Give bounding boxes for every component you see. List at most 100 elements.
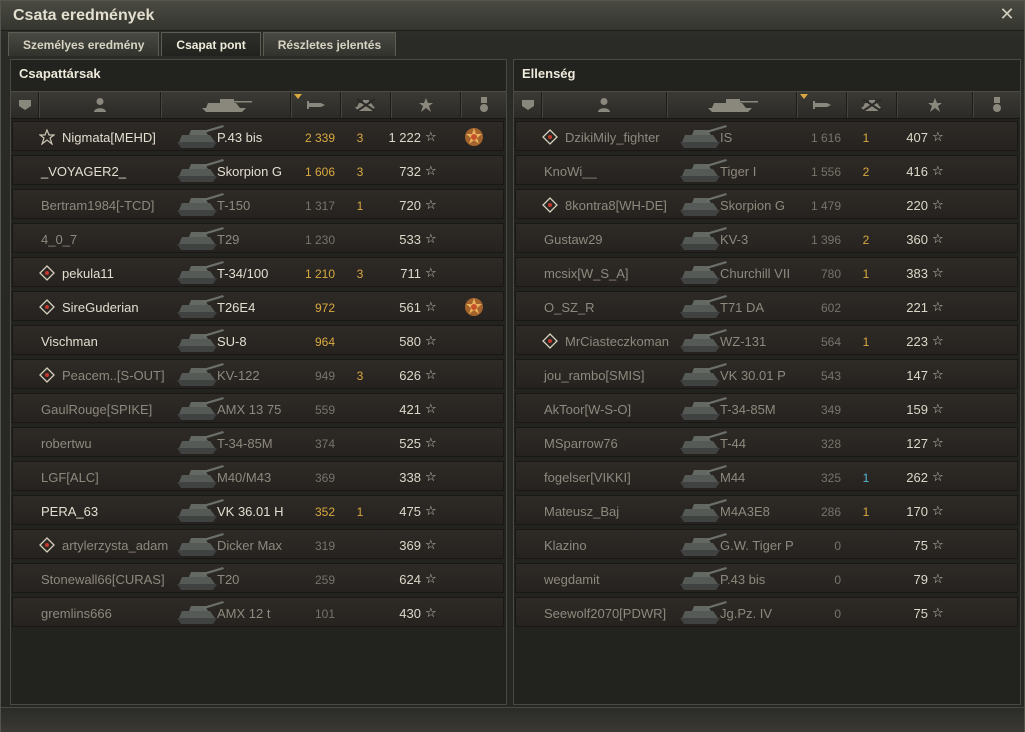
tank-name: T-34/100 <box>217 266 269 281</box>
diamond-rank-icon <box>39 265 55 281</box>
star-icon: ☆ <box>932 231 944 246</box>
tank-icon <box>201 99 252 112</box>
player-name: Nigmata[MEHD] <box>62 130 156 145</box>
experience-value: 720 <box>399 198 421 213</box>
experience-value: 407 <box>906 130 928 145</box>
experience-value: 421 <box>399 402 421 417</box>
player-row[interactable]: Stonewall66[CURAS] T20 259 624 ☆ <box>12 563 504 593</box>
star-icon: ☆ <box>425 537 437 552</box>
damage-column-header[interactable] <box>797 92 847 118</box>
player-name: MSparrow76 <box>544 436 618 451</box>
kills-column-header[interactable] <box>341 92 391 118</box>
tank-name: T29 <box>217 232 240 247</box>
medal-column-header[interactable] <box>973 92 1020 118</box>
player-row[interactable]: Mateusz_Baj M4A3E8 286 1 170 ☆ <box>515 495 1018 525</box>
experience-value: 711 <box>400 266 421 281</box>
tab-personal-results[interactable]: Személyes eredmény <box>8 32 160 56</box>
player-row[interactable]: Klazino G.W. Tiger P 0 75 ☆ <box>515 529 1018 559</box>
player-name: jou_rambo[SMIS] <box>544 368 645 383</box>
player-row[interactable]: PERA_63 VK 36.01 H 352 1 475 ☆ <box>12 495 504 525</box>
player-row[interactable]: _VOYAGER2_ Skorpion G 1 606 3 732 ☆ <box>12 155 504 185</box>
kills-value: 1 <box>862 335 870 349</box>
player-column-header[interactable] <box>39 92 161 118</box>
experience-value: 580 <box>399 334 421 349</box>
player-row[interactable]: O_SZ_R T71 DA 602 221 ☆ <box>515 291 1018 321</box>
player-name: mcsix[W_S_A] <box>544 266 629 281</box>
player-row[interactable]: artylerzysta_adam Dicker Max 319 369 ☆ <box>12 529 504 559</box>
player-row[interactable]: gremlins666 AMX 12 t 101 430 ☆ <box>12 597 504 627</box>
kills-column-header[interactable] <box>847 92 897 118</box>
star-icon: ☆ <box>932 571 944 586</box>
player-row[interactable]: mcsix[W_S_A] Churchill VII 780 1 383 ☆ <box>515 257 1018 287</box>
player-row[interactable]: Nigmata[MEHD] P.43 bis 2 339 3 1 222 ☆ <box>12 121 504 151</box>
tank-name: IS <box>720 130 733 145</box>
experience-value: 561 <box>399 300 421 315</box>
star-icon: ☆ <box>425 435 437 450</box>
medal-icon[interactable] <box>462 295 486 319</box>
player-row[interactable]: Vischman SU-8 964 580 ☆ <box>12 325 504 355</box>
star-icon: ☆ <box>932 367 944 382</box>
kills-value: 3 <box>356 131 364 145</box>
player-row[interactable]: Peacem..[S-OUT] KV-122 949 3 626 ☆ <box>12 359 504 389</box>
player-row[interactable]: Bertram1984[-TCD] T-150 1 317 1 720 ☆ <box>12 189 504 219</box>
player-name: DzikiMily_fighter <box>565 130 660 145</box>
player-row[interactable]: SireGuderian T26E4 972 561 ☆ <box>12 291 504 321</box>
star-icon: ☆ <box>932 265 944 280</box>
player-row[interactable]: GaulRouge[SPIKE] AMX 13 75 559 421 ☆ <box>12 393 504 423</box>
player-column-header[interactable] <box>542 92 667 118</box>
squad-column-header[interactable] <box>514 92 542 118</box>
star-icon: ☆ <box>932 401 944 416</box>
player-row[interactable]: Gustaw29 KV-3 1 396 2 360 ☆ <box>515 223 1018 253</box>
damage-value: 369 <box>314 471 335 485</box>
player-row[interactable]: KnoWi__ Tiger I 1 556 2 416 ☆ <box>515 155 1018 185</box>
player-row[interactable]: LGF[ALC] M40/M43 369 338 ☆ <box>12 461 504 491</box>
damage-value: 564 <box>820 335 841 349</box>
experience-value: 220 <box>906 198 928 213</box>
kills-value: 1 <box>862 505 870 519</box>
medal-icon[interactable] <box>462 125 486 149</box>
player-name: _VOYAGER2_ <box>41 164 127 179</box>
allies-column-header <box>11 91 506 119</box>
tank-column-header[interactable] <box>667 92 797 118</box>
star-icon: ☆ <box>425 299 437 314</box>
tab-detailed-report[interactable]: Részletes jelentés <box>262 32 397 56</box>
squad-column-header[interactable] <box>11 92 39 118</box>
experience-value: 170 <box>906 504 928 519</box>
star-rank-icon <box>39 129 55 145</box>
experience-column-header[interactable] <box>391 92 461 118</box>
close-icon[interactable]: ✕ <box>998 5 1016 23</box>
damage-icon <box>812 101 831 109</box>
player-row[interactable]: pekula11 T-34/100 1 210 3 711 ☆ <box>12 257 504 287</box>
damage-column-header[interactable] <box>291 92 341 118</box>
player-row[interactable]: AkToor[W-S-O] T-34-85M 349 159 ☆ <box>515 393 1018 423</box>
player-row[interactable]: 8kontra8[WH-DE] Skorpion G 1 479 220 ☆ <box>515 189 1018 219</box>
player-name: 8kontra8[WH-DE] <box>565 198 667 213</box>
star-icon: ☆ <box>425 401 437 416</box>
damage-value: 559 <box>314 403 335 417</box>
damage-value: 964 <box>314 335 335 349</box>
player-row[interactable]: DzikiMily_fighter IS 1 616 1 407 ☆ <box>515 121 1018 151</box>
damage-value: 0 <box>834 573 841 587</box>
player-name: Peacem..[S-OUT] <box>62 368 165 383</box>
player-row[interactable]: Seewolf2070[PDWR] Jg.Pz. IV 0 75 ☆ <box>515 597 1018 627</box>
player-row[interactable]: MSparrow76 T-44 328 127 ☆ <box>515 427 1018 457</box>
tab-team-score[interactable]: Csapat pont <box>161 32 261 56</box>
player-row[interactable]: wegdamit P.43 bis 0 79 ☆ <box>515 563 1018 593</box>
damage-value: 349 <box>820 403 841 417</box>
star-icon: ☆ <box>932 163 944 178</box>
player-row[interactable]: jou_rambo[SMIS] VK 30.01 P 543 147 ☆ <box>515 359 1018 389</box>
player-row[interactable]: fogelser[VIKKI] M44 325 1 262 ☆ <box>515 461 1018 491</box>
star-icon: ☆ <box>932 605 944 620</box>
star-icon: ☆ <box>932 299 944 314</box>
player-name: 4_0_7 <box>41 232 78 247</box>
damage-value: 972 <box>314 301 335 315</box>
player-row[interactable]: MrCiasteczkoman WZ-131 564 1 223 ☆ <box>515 325 1018 355</box>
experience-column-header[interactable] <box>897 92 973 118</box>
tank-column-header[interactable] <box>161 92 291 118</box>
player-row[interactable]: 4_0_7 T29 1 230 533 ☆ <box>12 223 504 253</box>
tank-name: Skorpion G <box>720 198 786 213</box>
damage-value: 1 606 <box>304 165 335 179</box>
enemies-title: Ellenség <box>522 66 576 81</box>
player-row[interactable]: robertwu T-34-85M 374 525 ☆ <box>12 427 504 457</box>
medal-column-header[interactable] <box>461 92 506 118</box>
